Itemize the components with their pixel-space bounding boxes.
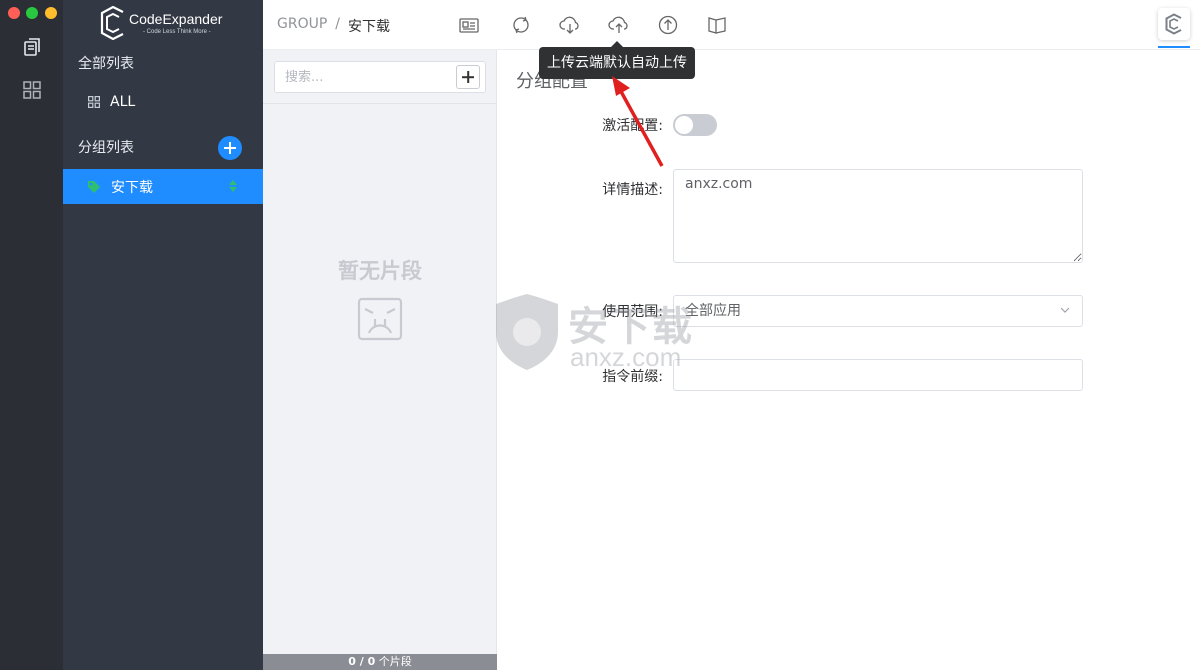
grid-small-icon	[88, 96, 100, 108]
top-toolbar: GROUP / 安下载	[263, 0, 1200, 50]
upload-circle-icon[interactable]	[657, 14, 679, 36]
minimize-window-button[interactable]	[45, 7, 57, 19]
divider	[263, 103, 496, 104]
add-snippet-button[interactable]	[456, 65, 480, 89]
breadcrumb-separator: /	[335, 16, 341, 32]
description-label: 详情描述:	[602, 182, 663, 198]
app-tagline: - Code Less Think More -	[143, 29, 211, 35]
chevron-down-icon	[1060, 307, 1070, 313]
upload-tooltip: 上传云端默认自动上传	[539, 41, 695, 79]
cloud-upload-icon[interactable]	[608, 14, 630, 36]
sync-icon[interactable]	[510, 14, 532, 36]
app-name: CodeExpander	[129, 11, 223, 27]
breadcrumb-current: 安下载	[348, 19, 391, 35]
cloud-download-icon[interactable]	[559, 14, 581, 36]
id-card-icon[interactable]	[458, 14, 480, 36]
book-icon[interactable]	[706, 14, 728, 36]
snippet-count-unit: 个片段	[378, 655, 412, 668]
snippet-count-footer: 0 / 0 个片段	[263, 654, 497, 670]
sort-handle-icon[interactable]	[229, 180, 237, 192]
activate-toggle[interactable]	[673, 114, 717, 136]
grid-icon[interactable]	[21, 79, 43, 101]
all-list-title: 全部列表	[78, 56, 134, 72]
toggle-knob	[675, 116, 693, 134]
scope-selected-value: 全部应用	[685, 303, 741, 319]
snippet-list-panel: 暂无片段 0 / 0 个片段	[263, 50, 497, 670]
close-window-button[interactable]	[8, 7, 20, 19]
app-logo: CodeExpander - Code Less Think More -	[99, 5, 229, 42]
group-list-title: 分组列表	[78, 140, 134, 156]
tag-icon	[88, 180, 100, 193]
sidebar-item-group-label: 安下载	[111, 179, 153, 196]
command-prefix-input[interactable]	[673, 359, 1083, 391]
snippet-count: 0 / 0	[348, 655, 376, 668]
icon-rail	[0, 0, 63, 670]
scope-select[interactable]: 全部应用	[673, 295, 1083, 327]
description-textarea[interactable]: anxz.com	[673, 169, 1083, 263]
empty-state-text: 暂无片段	[338, 258, 422, 283]
snippets-icon[interactable]	[21, 36, 43, 58]
activate-label: 激活配置:	[602, 118, 663, 134]
sidebar-item-group[interactable]: 安下载	[63, 169, 263, 204]
breadcrumb: GROUP / 安下载	[277, 16, 390, 36]
sidebar: CodeExpander - Code Less Think More - 全部…	[63, 0, 263, 670]
app-window: CodeExpander - Code Less Think More - 全部…	[0, 0, 1200, 670]
empty-face-icon	[357, 297, 403, 341]
maximize-window-button[interactable]	[26, 7, 38, 19]
add-group-button[interactable]	[218, 136, 242, 160]
codeexpander-logo-icon	[100, 5, 124, 41]
search-input[interactable]	[275, 62, 455, 92]
search-box	[274, 61, 486, 93]
user-avatar[interactable]	[1158, 8, 1190, 40]
avatar-active-indicator	[1158, 46, 1190, 48]
breadcrumb-root[interactable]: GROUP	[277, 16, 327, 36]
command-prefix-label: 指令前缀:	[602, 369, 663, 385]
sidebar-item-all[interactable]: ALL	[88, 92, 135, 112]
codeexpander-badge-icon	[1165, 13, 1182, 35]
sidebar-item-all-label: ALL	[110, 94, 136, 110]
scope-label: 使用范围:	[602, 304, 663, 320]
group-config-panel: 分组配置 激活配置: 详情描述: anxz.com 使用范围: 全部应用 指令前…	[497, 50, 1200, 670]
